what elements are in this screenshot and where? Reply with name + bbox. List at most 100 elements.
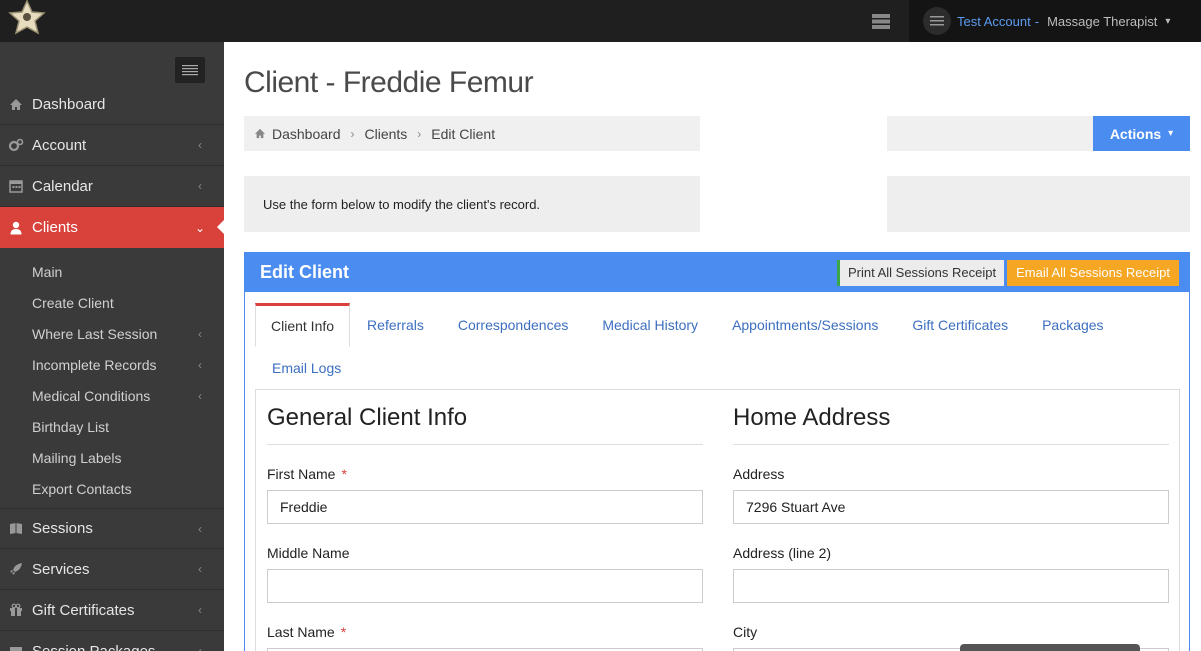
section-title: General Client Info xyxy=(267,404,468,431)
sidebar-toggle-button[interactable] xyxy=(175,57,205,83)
required-mark: * xyxy=(340,624,347,640)
print-all-sessions-receipt-button[interactable]: Print All Sessions Receipt xyxy=(836,259,1005,286)
tab-row: Email Logs xyxy=(255,347,1180,389)
panel-title: Edit Client xyxy=(260,262,349,282)
tab-row: Client Info Referrals Correspondences Me… xyxy=(255,303,1180,347)
edit-client-panel: Edit Client Print All Sessions Receipt E… xyxy=(244,252,1190,651)
page-title: Client - Freddie Femur xyxy=(244,66,534,99)
sidebar-item-label: Dashboard xyxy=(32,95,106,113)
gift-icon xyxy=(0,603,32,617)
sidebar-subitem-label: Export Contacts xyxy=(32,480,132,497)
sidebar-subitem-medical-conditions[interactable]: Medical Conditions ‹ xyxy=(0,380,224,411)
home-icon xyxy=(254,128,266,139)
actions-bar: Actions ▾ xyxy=(887,116,1190,151)
sidebar-item-account[interactable]: Account ‹ xyxy=(0,125,224,166)
sidebar-subitem-export-contacts[interactable]: Export Contacts xyxy=(0,473,224,504)
sidebar-item-label: Sessions xyxy=(32,520,93,537)
box-icon xyxy=(0,644,32,651)
account-name: Test Account xyxy=(957,13,1031,29)
divider xyxy=(733,444,1169,445)
tab-gift-certificates[interactable]: Gift Certificates xyxy=(895,303,1025,347)
sidebar-item-label: Session Packages xyxy=(32,642,156,651)
required-mark: * xyxy=(341,466,347,482)
sidebar: Dashboard Account ‹ Calendar ‹ Clients ⌄ xyxy=(0,42,225,651)
sidebar-subitem-label: Where Last Session xyxy=(32,325,158,342)
actions-label: Actions xyxy=(1109,125,1162,142)
address-label: Address xyxy=(733,466,785,482)
chevron-left-icon: ‹ xyxy=(198,326,202,341)
horizontal-scrollbar[interactable] xyxy=(960,644,1140,651)
chevron-right-icon: › xyxy=(350,126,355,141)
client-info-form: General Client Info First Name * Freddie … xyxy=(255,389,1180,651)
general-client-info-section: General Client Info First Name * Freddie … xyxy=(267,390,703,651)
sidebar-item-dashboard[interactable]: Dashboard xyxy=(0,84,224,125)
home-icon xyxy=(0,98,32,111)
sidebar-item-clients[interactable]: Clients ⌄ xyxy=(0,207,225,248)
calendar-icon xyxy=(0,179,32,193)
sidebar-subitem-create-client[interactable]: Create Client xyxy=(0,287,224,318)
tab-packages[interactable]: Packages xyxy=(1025,303,1120,347)
top-bar: Test Account - Massage Therapist ▾ xyxy=(0,0,1201,42)
sidebar-subitem-label: Medical Conditions xyxy=(32,387,151,404)
tab-referrals[interactable]: Referrals xyxy=(350,303,441,347)
tab-appointments-sessions[interactable]: Appointments/Sessions xyxy=(715,303,895,347)
sidebar-subitem-main[interactable]: Main xyxy=(0,256,224,287)
first-name-input[interactable]: Freddie xyxy=(267,490,703,524)
tab-email-logs[interactable]: Email Logs xyxy=(255,346,358,390)
sidebar-item-session-packages[interactable]: Session Packages ‹ xyxy=(0,631,224,651)
first-name-label-text: First Name xyxy=(267,466,336,482)
sidebar-subitem-birthday-list[interactable]: Birthday List xyxy=(0,411,224,442)
tab-medical-history[interactable]: Medical History xyxy=(585,303,715,347)
sidebar-item-label: Calendar xyxy=(32,177,93,195)
chevron-right-icon: › xyxy=(417,126,422,141)
clients-submenu: Main Create Client Where Last Session ‹ … xyxy=(0,248,224,508)
last-name-label: Last Name * xyxy=(267,624,703,640)
chevron-left-icon: ‹ xyxy=(198,521,202,536)
actions-dropdown-button[interactable]: Actions ▾ xyxy=(1093,116,1190,151)
chevron-down-icon: ▾ xyxy=(1165,15,1171,27)
middle-name-input[interactable] xyxy=(267,569,703,603)
sidebar-item-label: Gift Certificates xyxy=(32,601,135,619)
sidebar-subitem-mailing-labels[interactable]: Mailing Labels xyxy=(0,442,224,473)
account-menu[interactable]: Test Account - Massage Therapist ▾ xyxy=(909,0,1201,42)
sidebar-item-calendar[interactable]: Calendar ‹ xyxy=(0,166,224,207)
sidebar-item-gift-certificates[interactable]: Gift Certificates ‹ xyxy=(0,590,224,631)
menu-lines-icon xyxy=(930,16,944,26)
tab-client-info[interactable]: Client Info xyxy=(255,303,351,347)
chevron-down-icon: ⌄ xyxy=(194,220,206,235)
sidebar-item-label: Services xyxy=(32,560,90,578)
sidebar-item-services[interactable]: Services ‹ xyxy=(0,549,224,590)
first-name-label: First Name * xyxy=(267,466,703,482)
divider xyxy=(267,444,703,445)
sidebar-subitem-where-last-session[interactable]: Where Last Session ‹ xyxy=(0,318,224,349)
sidebar-subitem-label: Create Client xyxy=(32,294,114,311)
panel-header: Edit Client Print All Sessions Receipt E… xyxy=(245,253,1189,292)
breadcrumb-dashboard-link[interactable]: Dashboard xyxy=(272,126,341,142)
chevron-left-icon: ‹ xyxy=(198,562,202,576)
chevron-left-icon: ‹ xyxy=(198,138,202,152)
sidebar-subitem-label: Incomplete Records xyxy=(32,356,157,373)
sidebar-item-sessions[interactable]: Sessions ‹ xyxy=(0,508,224,549)
address-line2-input[interactable] xyxy=(733,569,1169,603)
book-icon xyxy=(0,522,32,535)
sidebar-subitem-label: Mailing Labels xyxy=(32,449,122,466)
server-icon[interactable] xyxy=(870,12,892,30)
chevron-left-icon: ‹ xyxy=(198,603,202,617)
email-all-sessions-receipt-button[interactable]: Email All Sessions Receipt xyxy=(1007,259,1179,286)
address-input[interactable]: 7296 Stuart Ave xyxy=(733,490,1169,524)
chevron-left-icon: ‹ xyxy=(198,179,202,193)
chevron-left-icon: ‹ xyxy=(198,644,202,651)
gears-icon xyxy=(0,138,32,152)
hamburger-icon xyxy=(182,65,198,76)
user-icon xyxy=(0,221,32,235)
star-logo-icon[interactable] xyxy=(6,0,46,36)
chevron-left-icon: ‹ xyxy=(198,388,202,403)
account-separator: - xyxy=(1034,13,1040,29)
sidebar-subitem-incomplete-records[interactable]: Incomplete Records ‹ xyxy=(0,349,224,380)
breadcrumb-clients-link[interactable]: Clients xyxy=(365,126,408,142)
address-line2-label: Address (line 2) xyxy=(733,545,832,561)
tab-correspondences[interactable]: Correspondences xyxy=(441,303,586,347)
home-address-section: Home Address Address 7296 Stuart Ave Add… xyxy=(733,390,1169,651)
sidebar-subitem-label: Birthday List xyxy=(32,418,110,435)
client-tabs: Client Info Referrals Correspondences Me… xyxy=(255,303,1180,389)
